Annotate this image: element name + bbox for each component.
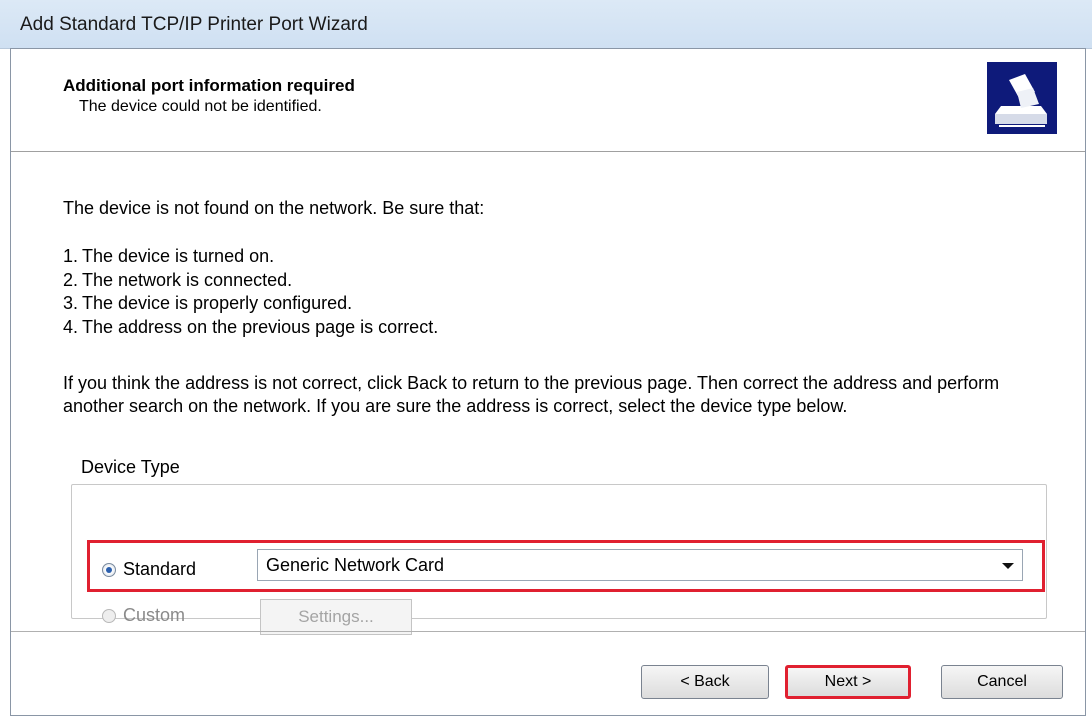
chevron-down-icon[interactable]	[1002, 563, 1014, 569]
radio-unchecked-icon[interactable]	[102, 608, 116, 623]
list-number: 1.	[63, 246, 79, 266]
custom-radio-label: Custom	[123, 605, 186, 625]
window-title: Add Standard TCP/IP Printer Port Wizard	[20, 14, 368, 35]
list-number: 2.	[63, 269, 79, 290]
standard-radio[interactable]: Standard	[102, 559, 196, 580]
list-item: 2. The network is connected.	[63, 269, 438, 293]
cancel-button[interactable]: Cancel	[941, 665, 1063, 699]
wizard-header: Additional port information required The…	[11, 49, 1085, 152]
wizard-content: The device is not found on the network. …	[45, 153, 1059, 635]
list-text: The network is connected.	[82, 269, 293, 290]
list-item: 3. The device is properly configured.	[63, 292, 438, 316]
intro-text: The device is not found on the network. …	[63, 198, 485, 218]
printer-network-icon	[987, 62, 1057, 134]
list-text: The address on the previous page is corr…	[82, 316, 439, 337]
device-type-legend: Device Type	[77, 457, 184, 478]
header-subtitle: The device could not be identified.	[79, 98, 322, 115]
standard-radio-label: Standard	[123, 559, 197, 579]
radio-checked-icon[interactable]	[102, 562, 116, 577]
custom-radio[interactable]: Custom	[102, 605, 185, 626]
next-button[interactable]: Next >	[785, 665, 911, 699]
list-item: 1. The device is turned on.	[63, 245, 438, 269]
checklist: 1. The device is turned on. 2. The network…	[63, 245, 438, 339]
wizard-window: Additional port information required The…	[10, 48, 1086, 716]
footer-divider	[11, 631, 1085, 632]
list-text: The device is properly configured.	[82, 293, 353, 313]
device-type-select[interactable]: Generic Network Card	[257, 549, 1023, 581]
back-button[interactable]: < Back	[641, 665, 769, 699]
settings-button[interactable]: Settings...	[260, 599, 412, 635]
window-titlebar: Add Standard TCP/IP Printer Port Wizard	[0, 0, 1092, 49]
header-title: Additional port information required	[63, 76, 355, 95]
list-number: 4.	[63, 316, 79, 337]
help-text: If you think the address is not correct,…	[63, 373, 1000, 416]
device-type-select-value: Generic Network Card	[266, 555, 445, 575]
list-number: 3.	[63, 293, 79, 313]
list-item: 4. The address on the previous page is co…	[63, 316, 438, 340]
list-text: The device is turned on.	[82, 246, 275, 266]
